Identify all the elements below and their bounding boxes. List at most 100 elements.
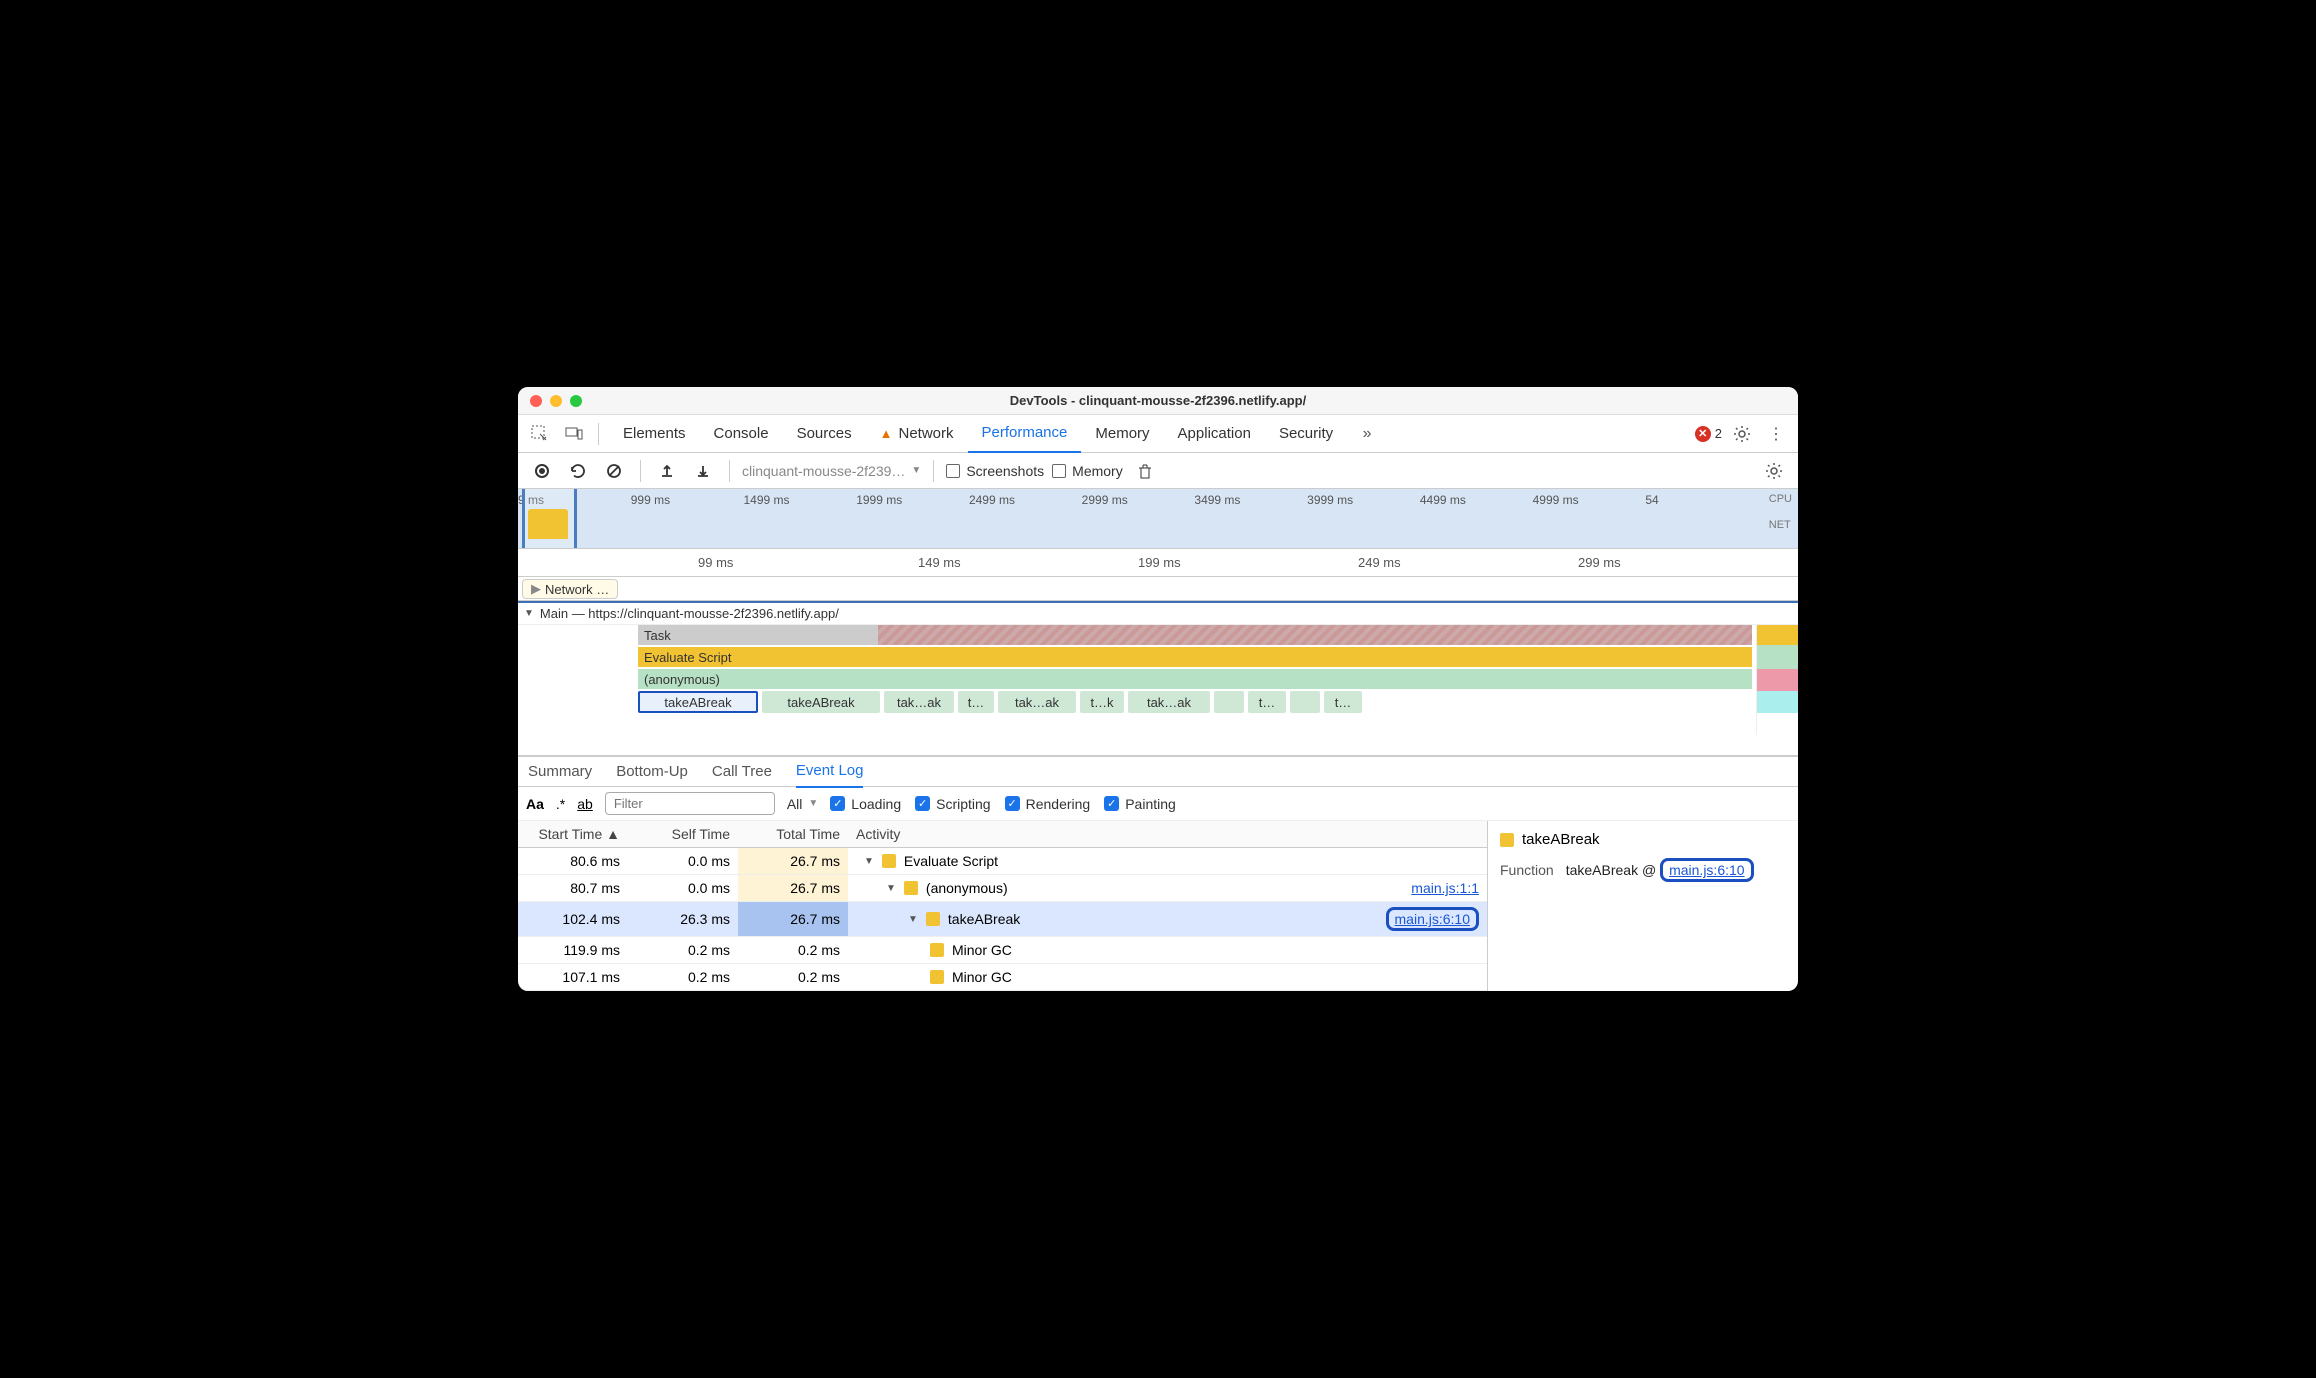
overview-tick: 999 ms xyxy=(631,493,744,507)
overview-tick: 4999 ms xyxy=(1533,493,1646,507)
zoom-icon[interactable] xyxy=(570,395,582,407)
source-link[interactable]: main.js:6:10 xyxy=(1395,911,1470,927)
script-icon xyxy=(930,970,944,984)
flame-call[interactable] xyxy=(1214,691,1244,713)
flame-call[interactable]: tak…ak xyxy=(998,691,1076,713)
match-case-icon[interactable]: Aa xyxy=(526,796,544,812)
tab-performance[interactable]: Performance xyxy=(968,415,1082,453)
tab-elements[interactable]: Elements xyxy=(609,415,700,453)
settings-icon[interactable] xyxy=(1728,420,1756,448)
detail-tab-event-log[interactable]: Event Log xyxy=(796,756,864,788)
flame-call[interactable]: tak…ak xyxy=(1128,691,1210,713)
ruler-tick: 249 ms xyxy=(1358,555,1401,570)
screenshots-checkbox[interactable]: Screenshots xyxy=(946,463,1044,479)
cpu-label: CPU xyxy=(1769,493,1792,505)
filter-loading[interactable]: ✓Loading xyxy=(830,796,901,812)
flame-call[interactable]: t… xyxy=(1248,691,1286,713)
flame-call[interactable]: t… xyxy=(958,691,994,713)
chevron-down-icon[interactable]: ▼ xyxy=(864,856,874,867)
window-title: DevTools - clinquant-mousse-2f2396.netli… xyxy=(518,393,1798,408)
kebab-icon[interactable]: ⋮ xyxy=(1762,420,1790,448)
chevron-down-icon[interactable]: ▼ xyxy=(886,883,896,894)
net-label: NET xyxy=(1769,519,1792,531)
filter-all-dropdown[interactable]: All xyxy=(787,796,818,812)
timeline-ruler[interactable]: 99 ms149 ms199 ms249 ms299 ms xyxy=(518,549,1798,577)
clear-icon[interactable] xyxy=(600,457,628,485)
col-activity[interactable]: Activity xyxy=(848,821,1487,848)
flame-chart[interactable]: Task Evaluate Script (anonymous) takeABr… xyxy=(518,625,1798,755)
chevron-down-icon[interactable]: ▼ xyxy=(908,914,918,925)
regex-icon[interactable]: .* xyxy=(556,796,565,812)
col-start-time[interactable]: Start Time ▲ xyxy=(518,821,628,848)
event-row[interactable]: 107.1 ms0.2 ms0.2 msMinor GC xyxy=(518,964,1487,991)
filter-input[interactable] xyxy=(605,792,775,815)
main-label: Main — https://clinquant-mousse-2f2396.n… xyxy=(540,606,839,621)
function-source-ring: main.js:6:10 xyxy=(1660,858,1753,882)
col-self-time[interactable]: Self Time xyxy=(628,821,738,848)
filter-scripting[interactable]: ✓Scripting xyxy=(915,796,990,812)
recording-dropdown[interactable]: clinquant-mousse-2f239… xyxy=(742,463,921,479)
close-icon[interactable] xyxy=(530,395,542,407)
error-badge[interactable]: ✕ 2 xyxy=(1695,426,1722,442)
event-row[interactable]: 119.9 ms0.2 ms0.2 msMinor GC xyxy=(518,937,1487,964)
ruler-tick: 299 ms xyxy=(1578,555,1621,570)
gc-icon[interactable] xyxy=(1131,457,1159,485)
overview-tick: 2499 ms xyxy=(969,493,1082,507)
filter-rendering[interactable]: ✓Rendering xyxy=(1005,796,1091,812)
flame-anonymous[interactable]: (anonymous) xyxy=(638,669,1752,689)
tab-network[interactable]: ▲Network xyxy=(866,415,968,453)
flame-call[interactable]: takeABreak xyxy=(638,691,758,713)
overview-tick: 54 xyxy=(1645,493,1758,507)
tab-console[interactable]: Console xyxy=(700,415,783,453)
flame-call[interactable]: takeABreak xyxy=(762,691,880,713)
memory-checkbox[interactable]: Memory xyxy=(1052,463,1123,479)
device-icon[interactable] xyxy=(560,420,588,448)
main-track-header[interactable]: ▼ Main — https://clinquant-mousse-2f2396… xyxy=(518,601,1798,625)
activity-name: Minor GC xyxy=(952,942,1012,958)
event-row[interactable]: 80.7 ms0.0 ms26.7 ms▼(anonymous)main.js:… xyxy=(518,875,1487,902)
event-row[interactable]: 80.6 ms0.0 ms26.7 ms▼Evaluate Script xyxy=(518,848,1487,875)
network-track[interactable]: ▶Network … xyxy=(518,577,1798,601)
error-icon: ✕ xyxy=(1695,426,1711,442)
detail-tab-call-tree[interactable]: Call Tree xyxy=(712,756,772,788)
flame-call[interactable]: t…k xyxy=(1080,691,1124,713)
script-icon xyxy=(882,854,896,868)
overview-pane[interactable]: 9 ms999 ms1499 ms1999 ms2499 ms2999 ms34… xyxy=(518,489,1798,549)
source-link[interactable]: main.js:1:1 xyxy=(1411,880,1479,896)
overview-tick: 1999 ms xyxy=(856,493,969,507)
flame-evaluate-script[interactable]: Evaluate Script xyxy=(638,647,1752,667)
flame-call[interactable]: t… xyxy=(1324,691,1362,713)
more-tabs-icon[interactable]: » xyxy=(1353,420,1381,448)
detail-tab-bottom-up[interactable]: Bottom-Up xyxy=(616,756,688,788)
activity-name: Minor GC xyxy=(952,969,1012,985)
devtools-window: DevTools - clinquant-mousse-2f2396.netli… xyxy=(518,387,1798,991)
upload-icon[interactable] xyxy=(653,457,681,485)
checkmark-icon: ✓ xyxy=(915,796,930,811)
checkmark-icon: ✓ xyxy=(1104,796,1119,811)
tab-sources[interactable]: Sources xyxy=(783,415,866,453)
download-icon[interactable] xyxy=(689,457,717,485)
script-icon xyxy=(930,943,944,957)
function-source-link[interactable]: main.js:6:10 xyxy=(1669,862,1744,878)
match-whole-word-icon[interactable]: ab xyxy=(577,796,593,812)
tab-application[interactable]: Application xyxy=(1164,415,1265,453)
network-label-pill[interactable]: ▶Network … xyxy=(522,579,618,599)
event-row[interactable]: 102.4 ms26.3 ms26.7 ms▼takeABreakmain.js… xyxy=(518,902,1487,937)
flame-call[interactable]: tak…ak xyxy=(884,691,954,713)
col-total-time[interactable]: Total Time xyxy=(738,821,848,848)
overview-tick: 3999 ms xyxy=(1307,493,1420,507)
flame-call[interactable] xyxy=(1290,691,1320,713)
minimize-icon[interactable] xyxy=(550,395,562,407)
reload-icon[interactable] xyxy=(564,457,592,485)
tab-memory[interactable]: Memory xyxy=(1081,415,1163,453)
perf-settings-icon[interactable] xyxy=(1760,457,1788,485)
main-tabbar: ElementsConsoleSources▲NetworkPerformanc… xyxy=(518,415,1798,453)
overview-tick: 2999 ms xyxy=(1082,493,1195,507)
detail-tab-summary[interactable]: Summary xyxy=(528,756,592,788)
flame-task[interactable]: Task xyxy=(638,625,1752,645)
function-name: takeABreak @ xyxy=(1566,862,1656,878)
filter-painting[interactable]: ✓Painting xyxy=(1104,796,1176,812)
tab-security[interactable]: Security xyxy=(1265,415,1347,453)
record-icon[interactable] xyxy=(528,457,556,485)
inspect-icon[interactable] xyxy=(526,420,554,448)
